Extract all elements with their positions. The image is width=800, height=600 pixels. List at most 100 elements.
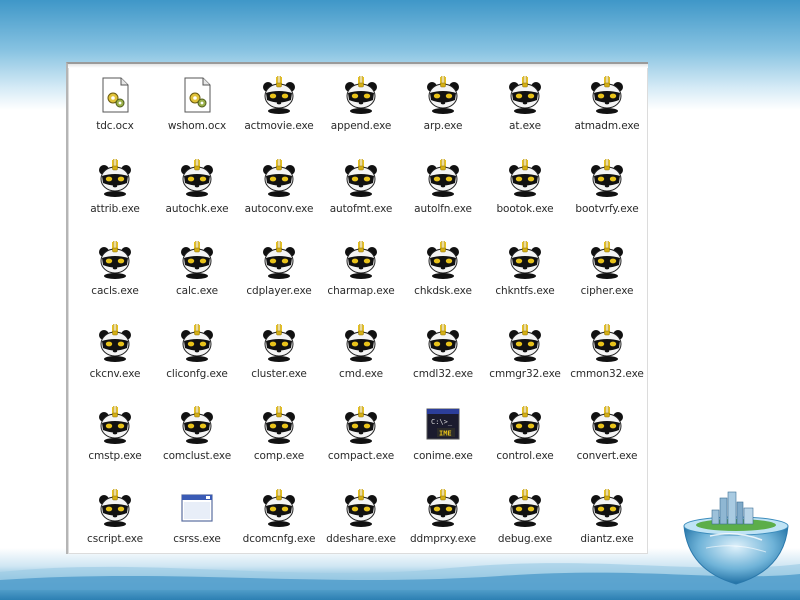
file-item[interactable]: attrib.exe <box>74 158 156 242</box>
file-item[interactable]: autolfn.exe <box>402 158 484 242</box>
file-label: control.exe <box>496 450 554 462</box>
file-item[interactable]: wshom.ocx <box>156 76 238 159</box>
file-item[interactable]: tdc.ocx <box>74 76 156 159</box>
file-label: cmstp.exe <box>88 450 142 462</box>
panda-virus-icon <box>425 241 461 279</box>
file-label: ckcnv.exe <box>89 367 141 380</box>
panda-virus-icon <box>507 76 543 114</box>
file-item[interactable]: dcomcnfg.exe <box>238 488 320 572</box>
panda-virus-icon <box>507 241 543 279</box>
svg-text:IME: IME <box>439 430 452 438</box>
file-item[interactable]: compact.exe <box>320 406 402 489</box>
file-item[interactable]: cliconfg.exe <box>156 323 238 407</box>
file-item[interactable]: ddmprxy.exe <box>402 488 484 572</box>
panda-virus-icon <box>343 406 379 444</box>
file-item[interactable]: cmstp.exe <box>74 406 156 489</box>
file-item[interactable]: cdplayer.exe <box>238 241 320 324</box>
panda-virus-icon <box>425 158 461 197</box>
panda-virus-icon <box>97 323 133 362</box>
ocx-document-icon <box>97 76 133 114</box>
panda-virus-icon <box>589 406 625 444</box>
panda-virus-icon <box>261 76 297 114</box>
file-label: cscript.exe <box>87 532 143 545</box>
file-item[interactable]: arp.exe <box>402 76 484 159</box>
file-label: bootok.exe <box>496 202 554 215</box>
panda-virus-icon <box>507 488 543 527</box>
file-item[interactable]: charmap.exe <box>320 241 402 324</box>
file-item[interactable]: cmmgr32.exe <box>484 323 566 407</box>
file-label: csrss.exe <box>173 532 221 545</box>
file-item[interactable]: autofmt.exe <box>320 158 402 242</box>
globe-city-emblem <box>683 491 789 585</box>
file-item[interactable]: debug.exe <box>484 488 566 572</box>
file-label: at.exe <box>509 120 541 132</box>
file-item[interactable]: cmdl32.exe <box>402 323 484 407</box>
file-label: append.exe <box>330 120 392 132</box>
file-item[interactable]: diantz.exe <box>566 488 648 572</box>
file-label: actmovie.exe <box>244 120 314 132</box>
file-label: charmap.exe <box>327 285 395 297</box>
file-item[interactable]: comp.exe <box>238 406 320 489</box>
panda-virus-icon <box>97 158 133 197</box>
file-item[interactable]: cmmon32.exe <box>566 323 648 407</box>
file-item[interactable]: cacls.exe <box>74 241 156 324</box>
file-item[interactable]: actmovie.exe <box>238 76 320 159</box>
file-label: conime.exe <box>413 450 473 462</box>
file-item[interactable]: cipher.exe <box>566 241 648 324</box>
panda-virus-icon <box>261 323 297 362</box>
file-item[interactable]: ckcnv.exe <box>74 323 156 407</box>
panda-virus-icon <box>425 488 461 527</box>
panda-virus-icon <box>261 158 297 197</box>
file-item[interactable]: bootvrfy.exe <box>566 158 648 242</box>
file-item[interactable]: comclust.exe <box>156 406 238 489</box>
file-label: tdc.ocx <box>96 120 134 132</box>
file-item[interactable]: csrss.exe <box>156 489 238 572</box>
file-item[interactable]: C:\>_ IME conime.exe <box>402 406 484 489</box>
file-item[interactable]: bootok.exe <box>484 158 566 242</box>
file-item[interactable]: control.exe <box>484 406 566 489</box>
file-label: wshom.ocx <box>167 120 227 132</box>
panda-virus-icon <box>97 241 133 279</box>
file-label: atmadm.exe <box>574 120 640 132</box>
panda-virus-icon <box>343 323 379 362</box>
file-item[interactable]: autochk.exe <box>156 158 238 242</box>
file-label: bootvrfy.exe <box>575 202 639 215</box>
panda-virus-icon <box>343 241 379 279</box>
panda-virus-icon <box>343 158 379 197</box>
panda-virus-icon <box>425 323 461 362</box>
panda-virus-icon <box>97 406 133 444</box>
file-label: ddeshare.exe <box>326 532 396 545</box>
panda-virus-icon <box>179 323 215 362</box>
file-item[interactable]: at.exe <box>484 76 566 159</box>
file-item[interactable]: ddeshare.exe <box>320 488 402 572</box>
file-item[interactable]: cmd.exe <box>320 323 402 407</box>
file-label: cliconfg.exe <box>166 367 228 380</box>
file-label: cdplayer.exe <box>246 285 312 297</box>
svg-text:C:\>_: C:\>_ <box>431 418 453 426</box>
panda-virus-icon <box>179 406 215 444</box>
file-item[interactable]: cscript.exe <box>74 488 156 572</box>
file-label: dcomcnfg.exe <box>242 532 316 545</box>
file-label: cmd.exe <box>339 367 383 380</box>
file-item[interactable]: autoconv.exe <box>238 158 320 242</box>
file-label: diantz.exe <box>580 532 634 545</box>
file-item[interactable]: convert.exe <box>566 406 648 489</box>
file-item[interactable]: atmadm.exe <box>566 76 648 159</box>
file-label: calc.exe <box>175 285 219 297</box>
file-label: cluster.exe <box>251 367 307 380</box>
file-item[interactable]: chkdsk.exe <box>402 241 484 324</box>
panda-virus-icon <box>589 241 625 279</box>
file-label: comclust.exe <box>162 450 232 462</box>
file-item[interactable]: append.exe <box>320 76 402 159</box>
panda-virus-icon <box>179 158 215 197</box>
file-item[interactable]: cluster.exe <box>238 323 320 407</box>
panda-virus-icon <box>507 406 543 444</box>
panda-virus-icon <box>261 406 297 444</box>
file-label: chkntfs.exe <box>495 285 555 297</box>
panda-virus-icon <box>507 158 543 197</box>
file-label: autofmt.exe <box>329 202 393 215</box>
panda-virus-icon <box>589 76 625 114</box>
ocx-document-icon <box>179 76 215 114</box>
file-item[interactable]: calc.exe <box>156 241 238 324</box>
file-item[interactable]: chkntfs.exe <box>484 241 566 324</box>
